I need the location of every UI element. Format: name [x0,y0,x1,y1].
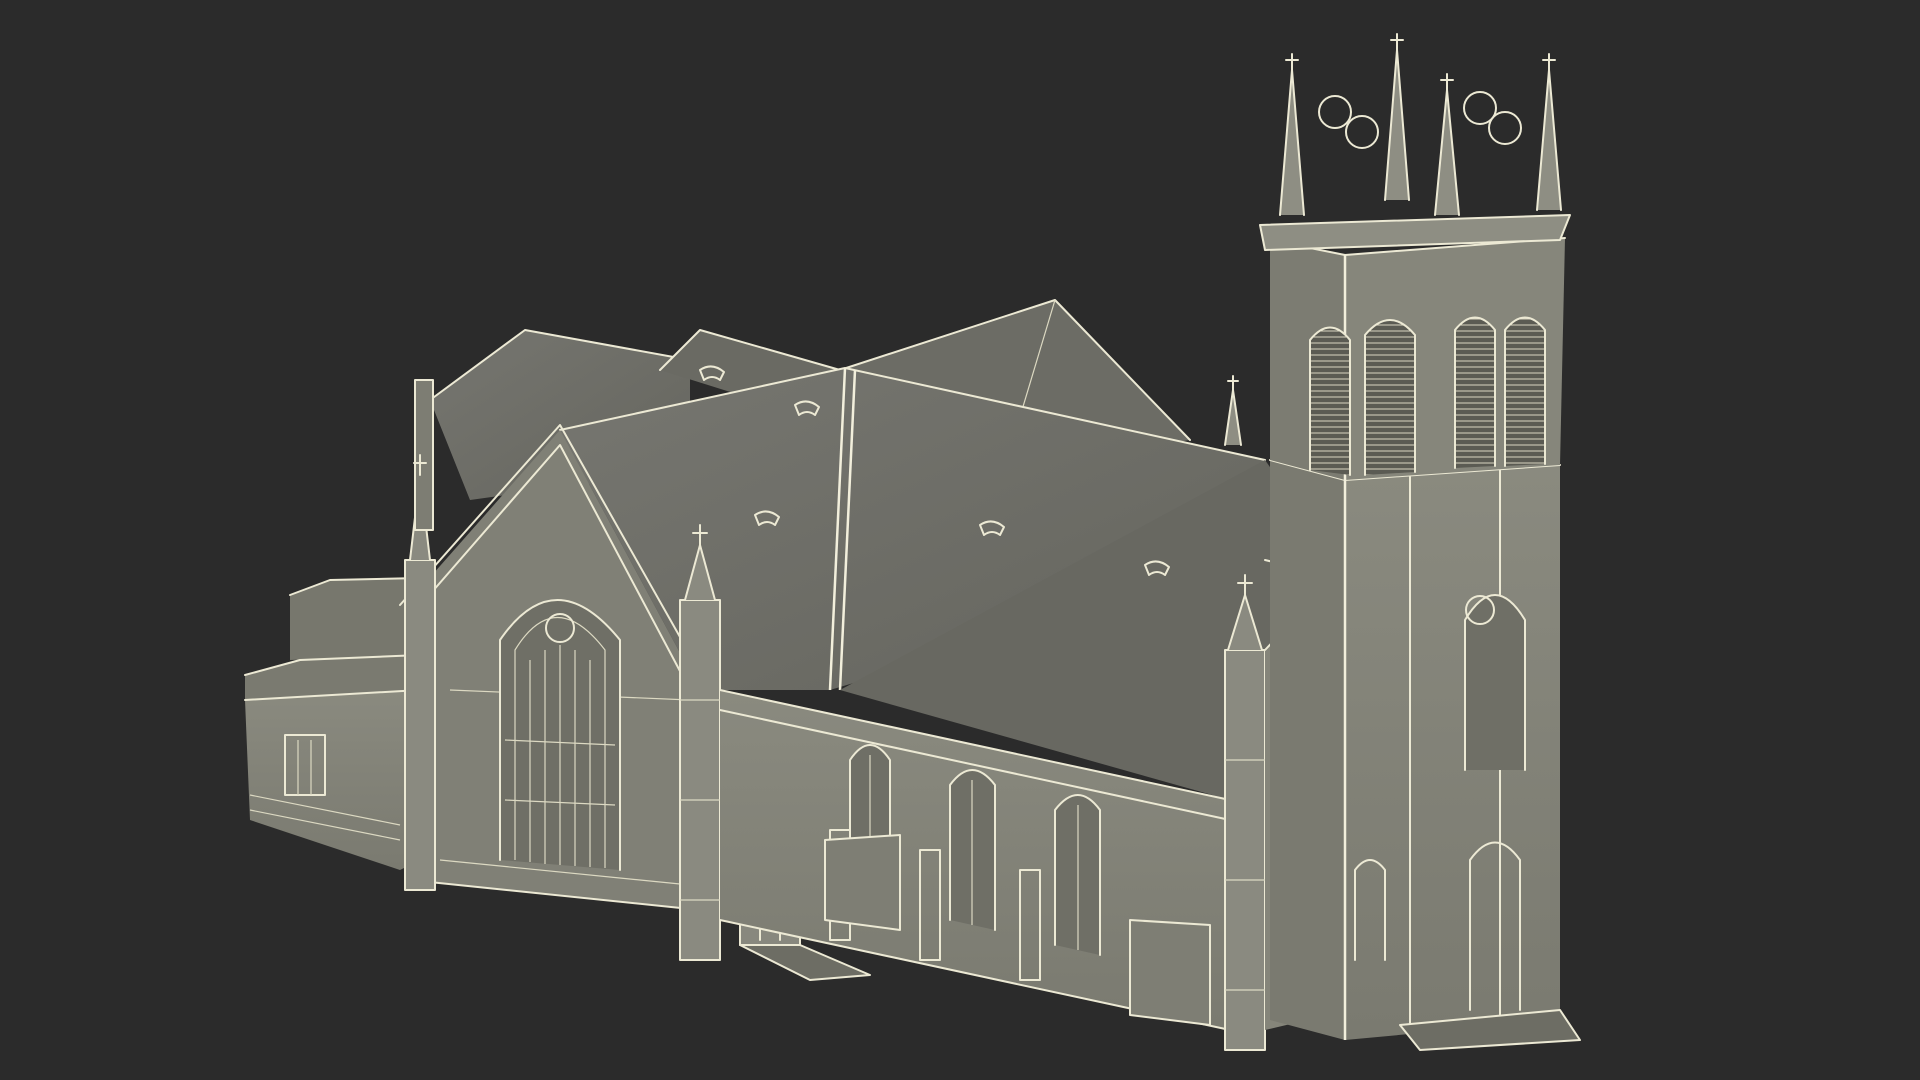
cross-finial-icon [1390,33,1404,51]
transept-buttress [1224,574,1266,1051]
belfry-louver [1505,317,1545,466]
render-viewport [0,0,1920,1080]
church-model-render [244,33,1581,1051]
crocket-cluster-icon [1345,115,1379,149]
side-annex [244,577,421,870]
belfry-louver [1455,317,1495,468]
cross-finial-icon [1440,73,1454,91]
cross-finial-icon [1227,375,1239,391]
pinnacle [1279,53,1305,216]
crocket-cluster-icon [1318,95,1352,129]
belfry-louver [1310,327,1350,475]
crocket-cluster-icon [1488,111,1522,145]
cross-finial-icon [1285,53,1299,71]
tower-window [1465,595,1525,770]
cross-finial-icon [1542,53,1556,71]
pinnacle [1434,73,1460,216]
west-buttress-left [404,379,436,891]
bell-tower [1259,214,1581,1051]
pinnacle [1384,33,1410,201]
belfry-louver [1365,320,1415,475]
pinnacle [1536,53,1562,211]
